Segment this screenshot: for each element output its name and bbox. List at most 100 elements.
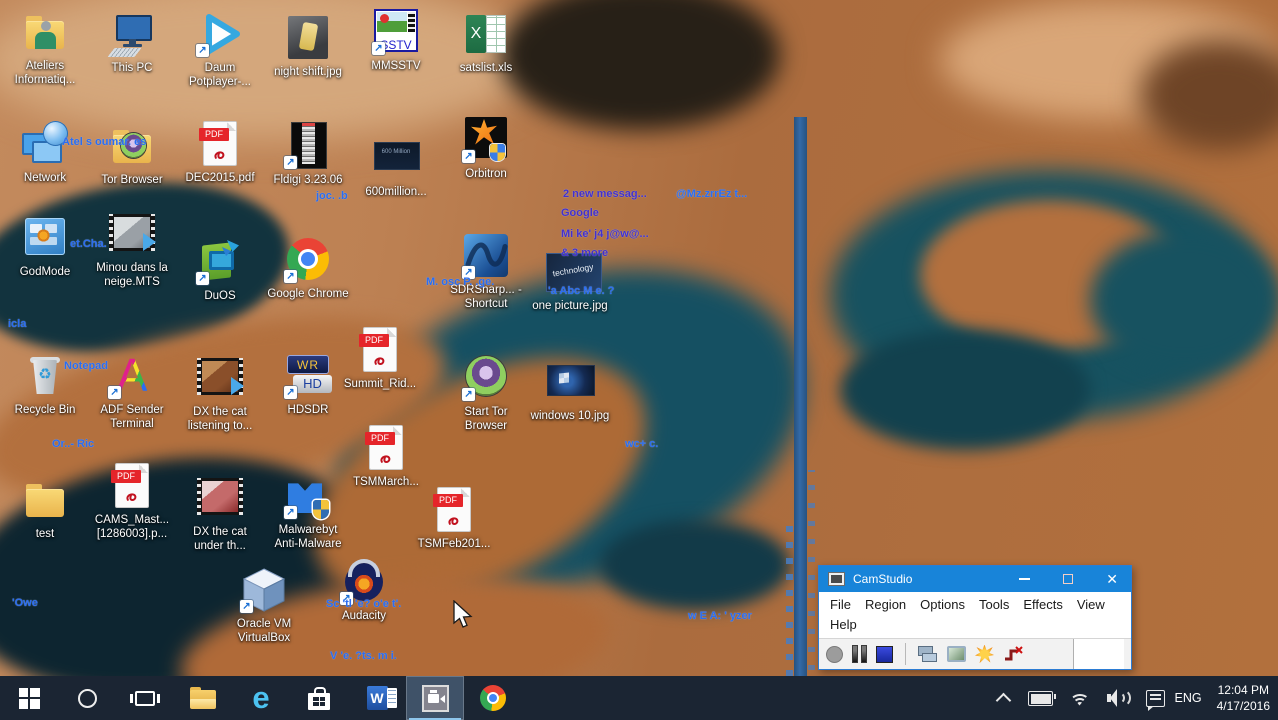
taskbar-edge-button[interactable]: e [232, 676, 290, 720]
taskbar-start-button[interactable] [0, 676, 58, 720]
desktop-icon-600million[interactable]: 600 Million 600million... [354, 134, 438, 199]
maximize-button[interactable] [1063, 574, 1074, 584]
taskbar-chrome-button[interactable] [464, 676, 522, 720]
pdf-icon: PDF [356, 326, 404, 374]
shortcut-arrow-icon: ↗ [240, 600, 253, 613]
taskbar-task-view-button[interactable] [116, 676, 174, 720]
desktop-icon-summit-rid[interactable]: PDF Summit_Rid... [338, 326, 422, 391]
close-button[interactable]: ✕ [1106, 572, 1118, 586]
pause-button[interactable] [852, 645, 867, 663]
desktop-icon-label: Oracle VM VirtualBox [236, 618, 292, 645]
recycle-icon: ♻ [21, 352, 69, 400]
desktop-icon-ateliers-informatiq[interactable]: Ateliers Informatiq... [3, 8, 87, 87]
desktop-icon-orbitron[interactable]: ↗ Orbitron [444, 116, 528, 181]
desktop-icon-start-tor-browser[interactable]: ↗ Start Tor Browser [444, 354, 528, 433]
desktop-icon-label: one picture.jpg [532, 300, 608, 312]
taskbar-store-button[interactable] [290, 676, 348, 720]
desktop-icon-dec2015-pdf[interactable]: PDF DEC2015.pdf [178, 120, 262, 185]
menu-view[interactable]: View [1077, 597, 1105, 612]
desktop-icon-label: 600million... [365, 186, 427, 198]
thispc-icon [107, 10, 156, 58]
desktop-icon-label: Minou dans la neige.MTS [96, 262, 168, 289]
menu-region[interactable]: Region [865, 597, 906, 612]
desktop-icon-oracle-vm-virtualbox[interactable]: ↗ Oracle VM VirtualBox [222, 566, 306, 645]
desktop-icon-label: Network [23, 172, 67, 184]
desktop-icon-label: SDRSharp... - Shortcut [450, 284, 522, 311]
folder-icon [21, 476, 69, 524]
desktop-icon-daum-potplayer[interactable]: ↗ Daum Potplayer-... [178, 10, 262, 89]
region-button[interactable] [918, 645, 938, 663]
video-snow-icon [108, 210, 156, 258]
taskbar-clock[interactable]: 12:04 PM 4/17/2016 [1217, 676, 1270, 720]
desktop-icon-night-shift-jpg[interactable]: night shift.jpg [266, 14, 350, 79]
stop-button[interactable] [876, 645, 893, 663]
shortcut-arrow-icon: ↗ [284, 156, 297, 169]
menu-file[interactable]: File [830, 597, 851, 612]
record-button[interactable] [826, 645, 843, 663]
desktop-icon-tsmmarch[interactable]: PDF TSMMarch... [344, 424, 428, 489]
camstudio-window: CamStudio ✕ File Region Options Tools Effect… [818, 565, 1132, 670]
menu-tools[interactable]: Tools [979, 597, 1009, 612]
battery-icon [1027, 690, 1057, 706]
desktop-icon-google-chrome[interactable]: ↗ Google Chrome [266, 236, 350, 301]
tor-folder-icon [108, 122, 156, 170]
desktop-icon-malwarebyt-anti-malware[interactable]: ↗ Malwarebyt Anti-Malware [266, 472, 350, 551]
desktop-icon-recycle-bin[interactable]: ♻ Recycle Bin [3, 352, 87, 417]
desktop-icon-label: DX the cat under th... [193, 526, 247, 553]
annotation-button[interactable] [975, 644, 994, 664]
desktop-icon-cams-mast-1286003-p[interactable]: PDF CAMS_Mast... [1286003].p... [90, 462, 174, 541]
desktop-icon-label: Fldigi 3.23.06 [273, 174, 343, 186]
menu-options[interactable]: Options [920, 597, 965, 612]
desktop-icon-godmode[interactable]: GodMode [3, 214, 87, 279]
tor-onion-icon: ↗ [462, 354, 510, 402]
desktop-icon-one-picture-jpg[interactable]: technology one picture.jpg [528, 248, 612, 313]
desktop-icon-duos[interactable]: ↗ DuOS [178, 238, 262, 303]
camstudio-app-icon [828, 572, 845, 586]
desktop: Ateliers Informatiq... This PC ↗ Daum Potpl… [0, 0, 1278, 720]
taskbar-word-button[interactable]: W [348, 676, 406, 720]
godmode-icon [21, 214, 69, 262]
taskbar-search-button[interactable] [58, 676, 116, 720]
desktop-icon-fldigi-3-23-06[interactable]: ↗ Fldigi 3.23.06 [266, 122, 350, 187]
desktop-icon-tor-browser[interactable]: Tor Browser [90, 122, 174, 187]
taskbar-file-explorer-button[interactable] [174, 676, 232, 720]
desktop-icon-audacity[interactable]: ↗ Audacity [322, 558, 406, 623]
desktop-icon-adf-sender-terminal[interactable]: A ↗ ADF Sender Terminal [90, 349, 174, 431]
network-icon [21, 120, 69, 168]
artifact-dashes [786, 520, 793, 676]
desktop-icon-this-pc[interactable]: This PC [90, 10, 174, 75]
desktop-icon-label: Audacity [341, 610, 387, 622]
desktop-icon-windows-10-jpg[interactable]: windows 10.jpg [528, 358, 612, 423]
tray-expand-button[interactable] [995, 683, 1013, 713]
desktop-icon-label: ADF Sender Terminal [100, 404, 164, 431]
hdsdr-icon: WR HD ↗ [284, 352, 332, 400]
desktop-icon-minou-dans-la-neige-mts[interactable]: Minou dans la neige.MTS [90, 210, 174, 289]
desktop-icon-dx-the-cat-listening-to[interactable]: DX the cat listening to... [178, 354, 262, 433]
shortcut-arrow-icon: ↗ [462, 150, 475, 163]
tray-wifi-button[interactable] [1067, 683, 1092, 713]
shortcut-arrow-icon: ↗ [196, 272, 209, 285]
tray-action-center-button[interactable] [1145, 683, 1165, 713]
minimize-capture-button[interactable] [1003, 645, 1025, 663]
pdf-icon: PDF [108, 462, 156, 510]
menu-help[interactable]: Help [830, 617, 857, 632]
desktop-icon-mmsstv[interactable]: SSTV ↗ MMSSTV [354, 8, 438, 73]
desktop-icon-dx-the-cat-under-th[interactable]: DX the cat under th... [178, 474, 262, 553]
desktop-icon-network[interactable]: Network [3, 120, 87, 185]
desktop-icon-label: Tor Browser [101, 174, 163, 186]
taskbar-camstudio-button[interactable] [406, 676, 464, 720]
desktop-icon-test[interactable]: test [3, 476, 87, 541]
tray-volume-button[interactable] [1106, 683, 1131, 713]
mmsstv-icon: SSTV ↗ [372, 8, 420, 56]
menu-effects[interactable]: Effects [1023, 597, 1063, 612]
shortcut-arrow-icon: ↗ [340, 592, 353, 605]
camstudio-titlebar[interactable]: CamStudio ✕ [819, 566, 1131, 592]
tray-battery-button[interactable] [1027, 683, 1057, 713]
shortcut-arrow-icon: ↗ [462, 266, 475, 279]
minimize-button[interactable] [1019, 578, 1031, 580]
screen-button[interactable] [947, 646, 966, 662]
desktop-icon-sdrsharp-shortcut[interactable]: ↗ SDRSharp... - Shortcut [444, 232, 528, 311]
desktop-icon-tsmfeb201[interactable]: PDF TSMFeb201... [412, 486, 496, 551]
desktop-icon-satslist-xls[interactable]: Xsatslist.xls [444, 10, 528, 75]
language-indicator[interactable]: ENG [1175, 676, 1202, 720]
